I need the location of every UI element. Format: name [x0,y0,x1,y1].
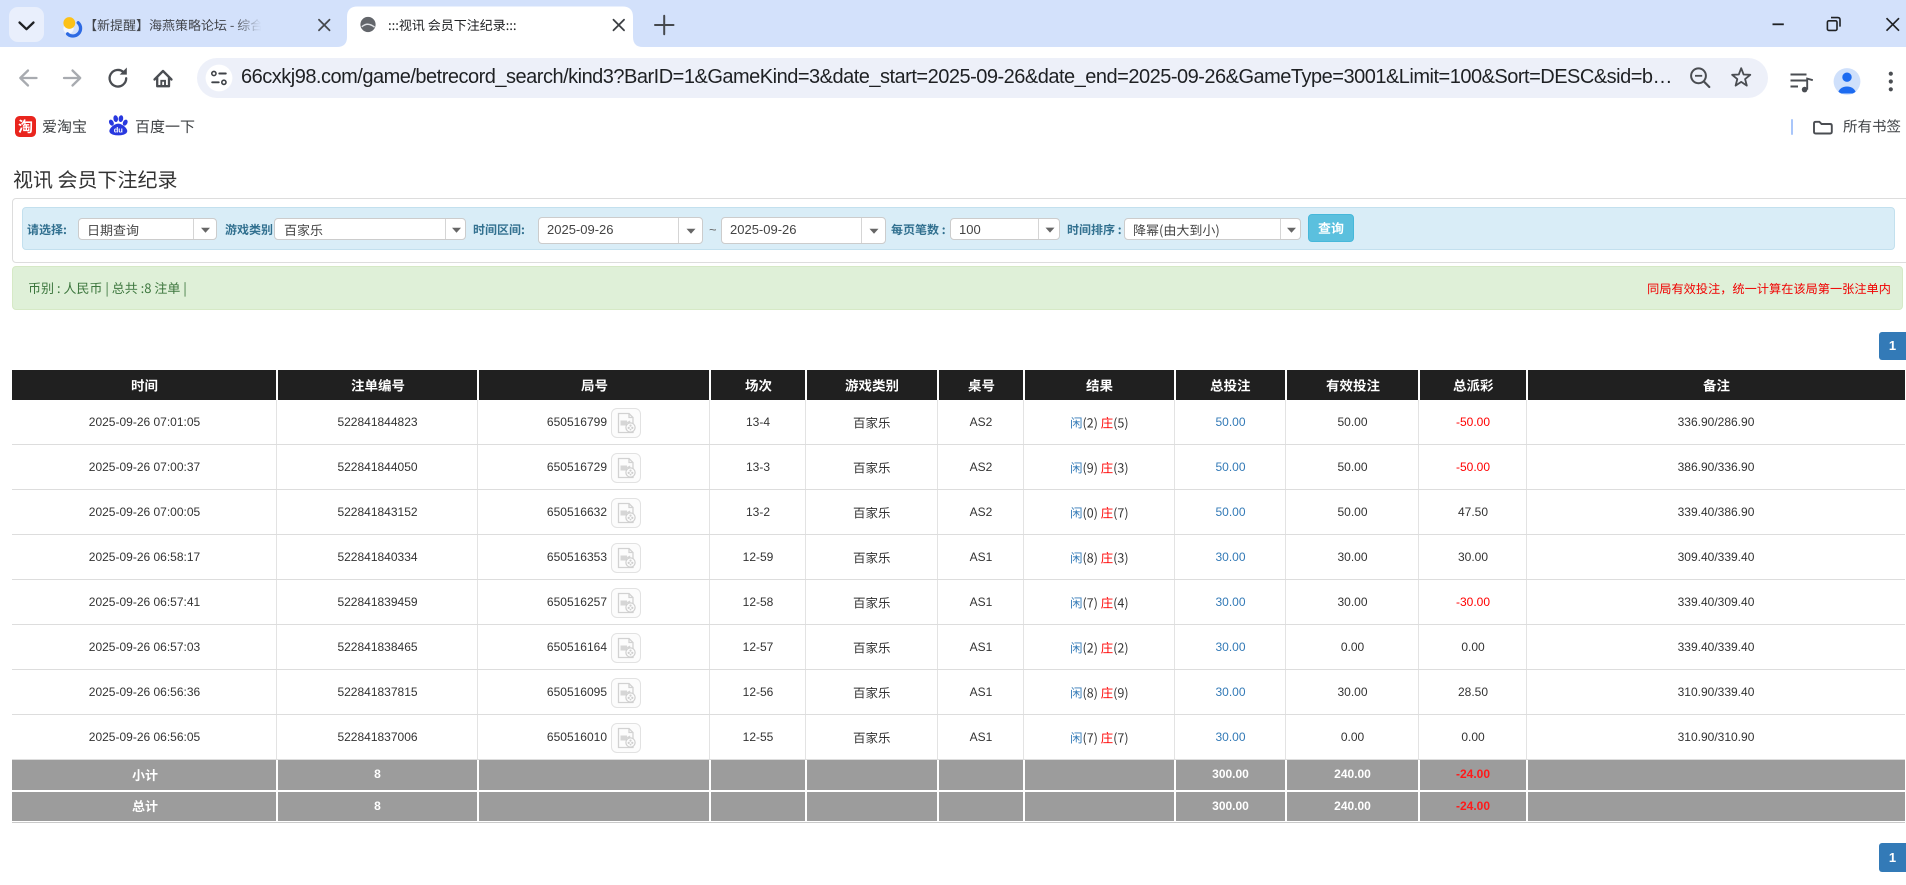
svg-text:du: du [114,125,124,134]
